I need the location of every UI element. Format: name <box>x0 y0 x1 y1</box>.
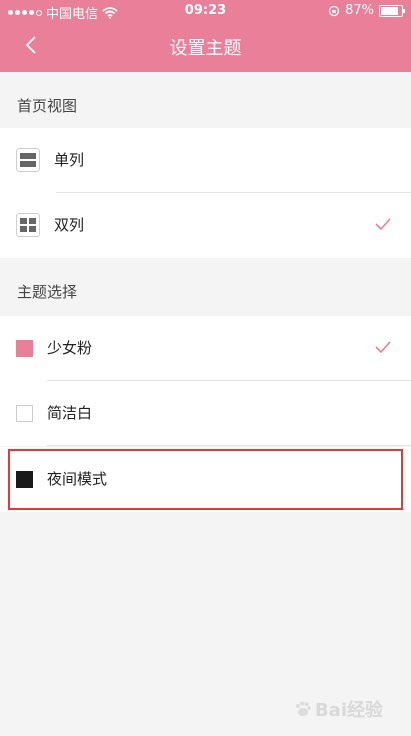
rotation-lock-icon <box>328 5 340 16</box>
theme-label: 简洁白 <box>47 404 93 422</box>
double-column-icon <box>16 213 40 237</box>
option-label: 单列 <box>54 151 85 169</box>
checkmark-icon <box>375 341 391 354</box>
option-single-column[interactable]: 单列 <box>0 128 411 193</box>
black-swatch-icon <box>16 471 33 488</box>
battery-icon <box>379 4 405 17</box>
white-swatch-icon <box>16 405 33 422</box>
battery-fill <box>381 6 399 15</box>
battery-percent: 87% <box>345 3 374 18</box>
section-header-label: 主题选择 <box>17 283 78 301</box>
theme-option-night[interactable]: 夜间模式 <box>0 447 411 512</box>
section-header-home-view: 首页视图 <box>0 72 411 128</box>
status-right: 87% <box>328 3 405 18</box>
page-title: 设置主题 <box>169 38 242 59</box>
single-column-icon <box>16 148 40 172</box>
watermark-text: Bai经验 <box>314 700 383 721</box>
section-header-label: 首页视图 <box>17 97 78 115</box>
section-header-theme: 主题选择 <box>0 258 411 314</box>
status-bar: 中国电信 09:23 87% <box>0 0 411 22</box>
theme-option-white[interactable]: 简洁白 <box>0 381 411 446</box>
option-double-column[interactable]: 双列 <box>0 193 411 258</box>
theme-label: 少女粉 <box>47 339 93 357</box>
app-header: 中国电信 09:23 87% 设置主题 <box>0 0 411 72</box>
baidu-jingyan-watermark: Bai经验 <box>294 696 383 722</box>
checkmark-icon <box>375 218 391 231</box>
option-label: 双列 <box>54 216 85 234</box>
divider <box>47 445 411 446</box>
pink-swatch-icon <box>16 340 33 357</box>
theme-option-pink[interactable]: 少女粉 <box>0 316 411 381</box>
theme-label: 夜间模式 <box>47 470 108 488</box>
paw-logo-icon <box>295 701 311 716</box>
